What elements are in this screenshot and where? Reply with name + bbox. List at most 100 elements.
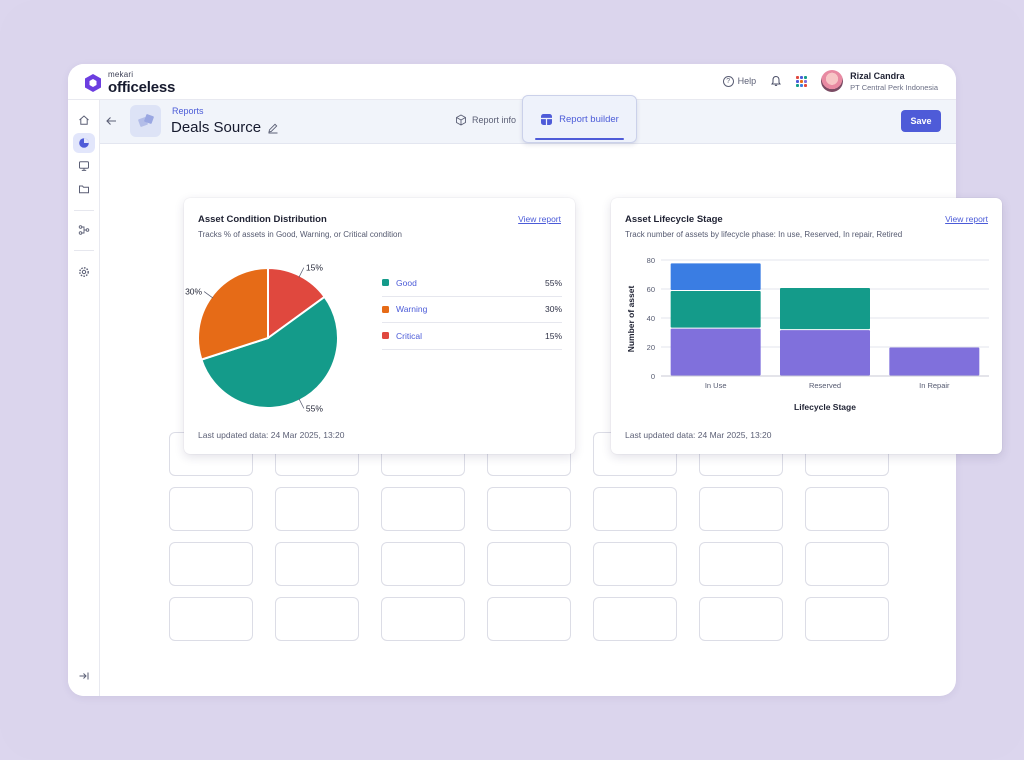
card-subtitle: Track number of assets by lifecycle phas… — [625, 230, 903, 239]
page-title-text: Deals Source — [171, 119, 262, 136]
canvas-slot[interactable] — [487, 487, 571, 531]
sidebar-item-settings[interactable] — [73, 262, 95, 282]
report-thumbnail — [130, 105, 161, 137]
breadcrumb[interactable]: Reports — [172, 106, 204, 116]
legend-value: 30% — [544, 304, 562, 315]
view-report-link[interactable]: View report — [945, 214, 988, 224]
y-tick-label: 40 — [647, 314, 655, 323]
bar-segment[interactable] — [780, 330, 870, 376]
tab-report-builder-label: Report builder — [559, 113, 619, 125]
save-button[interactable]: Save — [901, 110, 941, 132]
bar-segment[interactable] — [670, 328, 761, 376]
canvas-slot[interactable] — [169, 487, 253, 531]
canvas-slot[interactable] — [805, 542, 889, 586]
sidebar-item-home[interactable] — [73, 110, 95, 130]
canvas-slot[interactable] — [593, 487, 677, 531]
tab-report-builder[interactable]: Report builder — [522, 95, 637, 143]
legend-label: Good — [396, 277, 417, 288]
bar-segment[interactable] — [780, 288, 870, 330]
y-tick-label: 0 — [651, 372, 655, 381]
pie-label-good: 55% — [306, 403, 323, 413]
edit-pencil-icon[interactable] — [267, 122, 279, 134]
brand[interactable]: mekari officeless — [84, 71, 175, 95]
card-title: Asset Lifecycle Stage — [625, 214, 723, 225]
canvas-slot[interactable] — [805, 487, 889, 531]
brand-logo-icon — [85, 74, 101, 92]
user-org: PT Central Perk Indonesia — [850, 82, 938, 92]
canvas-slot[interactable] — [805, 597, 889, 641]
tab-report-info[interactable]: Report info — [455, 114, 516, 126]
bar-segment[interactable] — [670, 263, 761, 290]
user-menu[interactable]: Rizal Candra PT Central Perk Indonesia — [821, 70, 938, 92]
canvas-slot[interactable] — [275, 542, 359, 586]
pie-label-leader — [203, 291, 214, 299]
card-title: Asset Condition Distribution — [198, 214, 327, 225]
home-icon — [79, 115, 89, 125]
canvas-slot[interactable] — [169, 542, 253, 586]
help-icon: ? — [722, 75, 734, 87]
canvas-slot[interactable] — [169, 597, 253, 641]
asset-lifecycle-card: Asset Lifecycle Stage Track number of as… — [611, 198, 1002, 454]
collapse-sidebar-button[interactable] — [73, 666, 95, 686]
legend-item-warning: Warning 30% — [382, 297, 562, 323]
y-tick-label: 20 — [647, 343, 655, 352]
legend-label: Warning — [396, 304, 428, 315]
canvas-slot[interactable] — [487, 542, 571, 586]
x-tick-label: In Use — [705, 381, 727, 390]
card-subtitle: Tracks % of assets in Good, Warning, or … — [198, 230, 402, 239]
canvas-slot[interactable] — [381, 597, 465, 641]
y-tick-label: 60 — [647, 285, 655, 294]
x-tick-label: Reserved — [809, 381, 841, 390]
sidebar-item-reports[interactable] — [73, 133, 95, 153]
canvas-slot[interactable] — [381, 487, 465, 531]
canvas-slot[interactable] — [593, 597, 677, 641]
sidebar-item-workflow[interactable] — [73, 220, 95, 240]
canvas-slot[interactable] — [381, 542, 465, 586]
collapse-icon — [79, 672, 89, 680]
last-updated-text: Last updated data: 24 Mar 2025, 13:20 — [198, 430, 345, 440]
folder-icon — [79, 185, 89, 194]
apps-grid-icon[interactable] — [796, 75, 808, 87]
canvas-slot[interactable] — [275, 597, 359, 641]
cube-icon — [456, 114, 466, 126]
sidebar-divider — [74, 250, 94, 251]
user-name: Rizal Candra — [850, 70, 905, 81]
report-thumbnail-icon — [137, 114, 154, 127]
help-button[interactable]: ? Help — [722, 75, 757, 87]
brand-product: officeless — [108, 79, 176, 96]
x-tick-label: In Repair — [919, 381, 950, 390]
canvas-slot[interactable] — [593, 542, 677, 586]
bar-chart: 0 20 40 60 80 In Use Reserved In Repair Lifecycl… — [626, 256, 989, 412]
x-axis-label: Lifecycle Stage — [794, 402, 856, 412]
bar-segment[interactable] — [670, 290, 761, 328]
canvas-slot[interactable] — [699, 597, 783, 641]
canvas-slot[interactable] — [487, 597, 571, 641]
sidebar — [68, 100, 100, 696]
bar-segment[interactable] — [889, 347, 980, 376]
legend-swatch — [382, 305, 389, 313]
view-report-link[interactable]: View report — [518, 214, 561, 224]
top-bar: mekari officeless ? Help Rizal Candra PT… — [68, 64, 956, 100]
last-updated-text: Last updated data: 24 Mar 2025, 13:20 — [625, 430, 772, 440]
help-label: Help — [737, 76, 757, 86]
y-tick-label: 80 — [647, 256, 655, 265]
legend-swatch — [382, 279, 389, 287]
canvas-slot[interactable] — [699, 542, 783, 586]
pie-chart-icon — [79, 138, 89, 148]
avatar — [821, 70, 844, 92]
sidebar-item-dashboard[interactable] — [73, 156, 95, 176]
pie-label-warning: 30% — [185, 287, 202, 297]
legend-item-good: Good 55% — [382, 270, 562, 297]
y-axis-label: Number of asset — [626, 286, 636, 353]
sidebar-item-folders[interactable] — [73, 179, 95, 199]
bell-icon[interactable] — [770, 75, 782, 87]
pie-chart: 15% 55% 30% — [185, 263, 339, 413]
canvas-slot[interactable] — [275, 487, 359, 531]
canvas-slot[interactable] — [699, 487, 783, 531]
asset-condition-card: Asset Condition Distribution Tracks % of… — [184, 198, 575, 454]
back-arrow-icon[interactable] — [104, 114, 118, 128]
legend-value: 55% — [544, 277, 562, 288]
page-title: Deals Source — [171, 119, 279, 136]
report-builder-icon — [541, 113, 553, 125]
legend-item-critical: Critical 15% — [382, 323, 562, 350]
